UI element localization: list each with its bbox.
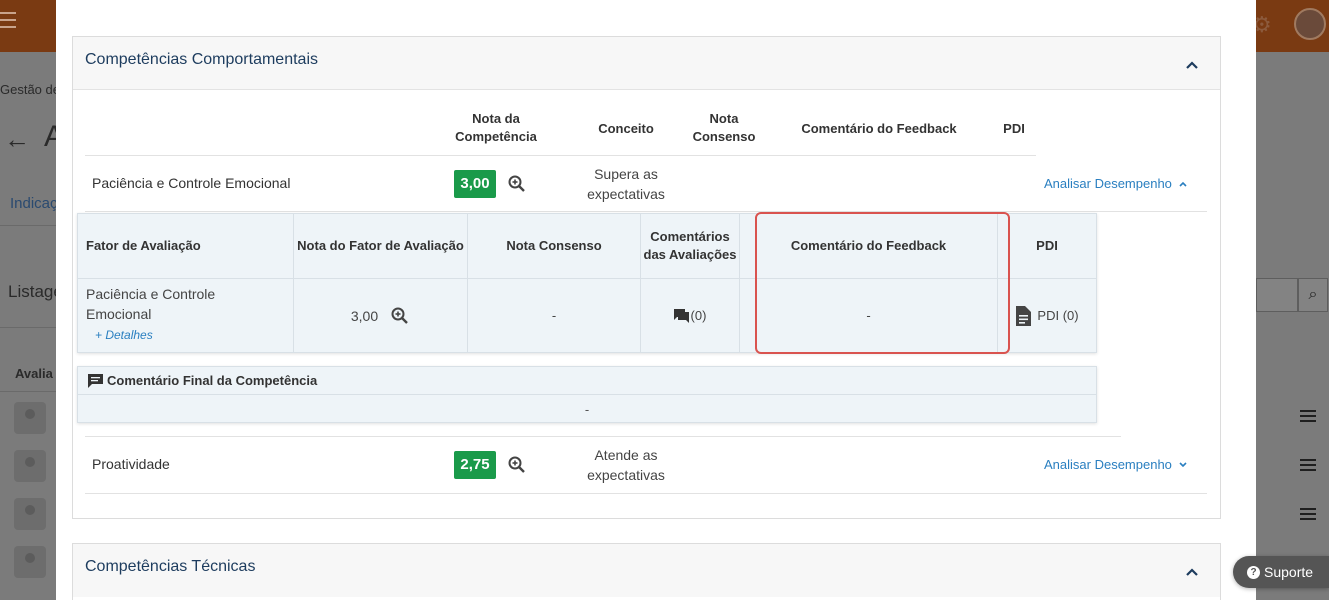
factor-name: Paciência e Controle Emocional — [86, 286, 216, 322]
avatar — [14, 402, 46, 434]
support-button[interactable]: ? Suporte — [1233, 556, 1329, 588]
avatar — [14, 546, 46, 578]
search-icon[interactable]: ⌕ — [1298, 278, 1328, 312]
final-comment-label: Comentário Final da Competência — [107, 373, 318, 388]
help-icon: ? — [1247, 565, 1260, 579]
tab-indicacoes[interactable]: Indicaç — [10, 195, 58, 212]
document-icon — [1016, 305, 1032, 326]
chevron-down-icon — [1179, 461, 1187, 467]
comments-count: (0) — [690, 308, 707, 323]
analyze-performance-link[interactable]: Analisar Desempenho — [1044, 457, 1188, 472]
table-header: Avalia — [15, 366, 53, 381]
chevron-up-icon[interactable] — [1182, 562, 1202, 582]
concept-text: Atende as expectativas — [587, 447, 665, 483]
cell-nota-consenso: - — [468, 278, 641, 353]
list-menu-icon[interactable] — [1300, 410, 1316, 422]
column-header-comentarios: Comentários das Avaliações — [641, 214, 740, 278]
divider — [85, 211, 1207, 212]
divider — [0, 327, 60, 328]
column-header-fator: Fator de Avaliação — [78, 214, 294, 278]
divider — [85, 436, 1121, 437]
column-header-nota-fator: Nota do Fator de Avaliação — [294, 214, 468, 278]
final-comment-header: Comentário Final da Competência — [78, 367, 1096, 395]
cell-nota-fator: 3,00 — [294, 278, 468, 353]
back-arrow-icon[interactable]: ← — [4, 124, 30, 155]
cell-fator: Paciência e Controle Emocional + Detalhe… — [78, 278, 294, 353]
avatar — [14, 498, 46, 530]
avatar — [14, 450, 46, 482]
modal-dialog: Competências Comportamentais Nota da Com… — [56, 0, 1256, 600]
column-header-nota-consenso: Nota Consenso — [468, 214, 641, 278]
score-badge: 2,75 — [454, 451, 496, 479]
divider — [0, 225, 60, 226]
panel-competencias-tecnicas: Competências Técnicas — [72, 543, 1221, 600]
zoom-in-icon[interactable] — [507, 174, 527, 194]
list-menu-icon[interactable] — [1300, 459, 1316, 471]
panel-header[interactable]: Competências Comportamentais — [73, 37, 1220, 90]
chevron-up-icon[interactable] — [1182, 55, 1202, 75]
analyze-performance-link[interactable]: Analisar Desempenho — [1044, 176, 1188, 191]
pdi-count: PDI (0) — [1037, 308, 1079, 323]
chevron-up-icon — [1179, 181, 1187, 187]
list-menu-icon[interactable] — [1300, 508, 1316, 520]
details-link[interactable]: + Detalhes — [95, 328, 153, 342]
divider — [85, 155, 1036, 156]
competency-name: Proatividade — [92, 456, 170, 472]
search-input[interactable] — [1256, 278, 1298, 312]
column-header-comentario-feedback: Comentário do Feedback — [740, 214, 998, 278]
score-badge: 3,00 — [454, 170, 496, 198]
analyze-label: Analisar Desempenho — [1044, 176, 1172, 191]
comments-icon — [673, 308, 689, 323]
cell-pdi[interactable]: PDI (0) — [998, 278, 1096, 353]
panel-header[interactable]: Competências Técnicas — [73, 544, 1220, 597]
competency-name: Paciência e Controle Emocional — [92, 175, 291, 191]
cell-comentarios[interactable]: (0) — [641, 278, 740, 353]
column-header-nota-consenso: Nota Consenso — [692, 111, 756, 144]
column-header-pdi: PDI — [1036, 238, 1058, 253]
zoom-in-icon[interactable] — [390, 306, 410, 326]
panel-title: Competências Comportamentais — [85, 51, 318, 68]
avatar[interactable] — [1294, 8, 1326, 40]
list-title: Listage — [8, 282, 63, 301]
zoom-in-icon[interactable] — [507, 455, 527, 475]
column-header-comentario-feedback: Comentário do Feedback — [801, 121, 957, 136]
final-comment-box: Comentário Final da Competência - — [77, 366, 1097, 423]
divider — [85, 493, 1207, 494]
breadcrumb: Gestão de — [0, 82, 60, 97]
column-header-nota-competencia: Nota da Competência — [455, 111, 537, 144]
detail-table: Fator de Avaliação Nota do Fator de Aval… — [77, 213, 1097, 353]
factor-score: 3,00 — [350, 307, 379, 324]
column-header-conceito: Conceito — [598, 121, 654, 136]
analyze-label: Analisar Desempenho — [1044, 457, 1172, 472]
panel-title: Competências Técnicas — [85, 558, 256, 575]
comment-icon — [88, 373, 103, 388]
column-header-pdi: PDI — [1003, 121, 1025, 136]
menu-icon[interactable] — [0, 12, 16, 30]
concept-text: Supera as expectativas — [587, 166, 665, 202]
cell-comentario-feedback: - — [740, 278, 998, 353]
final-comment-value: - — [584, 401, 590, 417]
support-label: Suporte — [1264, 564, 1314, 580]
divider — [0, 391, 60, 392]
